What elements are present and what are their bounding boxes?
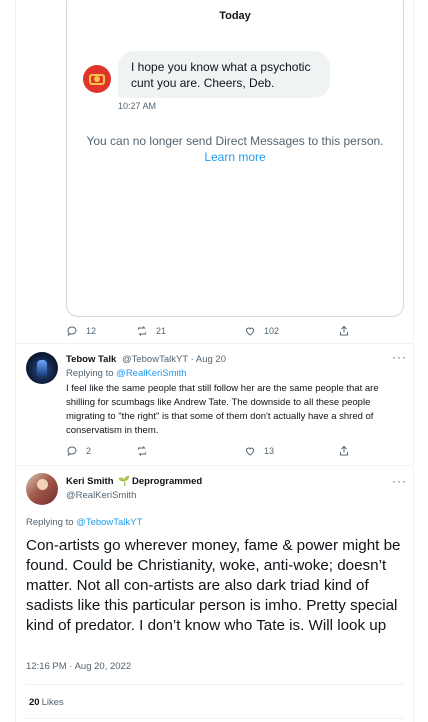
reply-count: 12 [86,326,97,336]
dm-message-bubble: I hope you know what a psychotic cunt yo… [118,51,330,98]
replying-to-link[interactable]: @RealKeriSmith [116,368,186,379]
tweet-divider [15,465,414,466]
retweet-button[interactable] [136,445,156,457]
sprout-emoji: 🌱 [118,476,130,487]
keri-smith-avatar[interactable] [26,473,58,505]
share-icon [340,325,348,336]
like-count: 13 [264,446,275,456]
author-name[interactable]: Keri Smith [66,476,114,487]
header-separator: · [190,354,194,365]
like-count: 102 [264,326,280,336]
tweet-action-bar: 12 21 102 [66,325,366,341]
author-name-suffix[interactable]: Deprogrammed [132,476,202,487]
tweet-divider [26,718,404,719]
learn-more-link[interactable]: Learn more [67,149,403,165]
replying-to-label: Replying to [66,368,117,379]
more-icon[interactable]: ··· [392,474,407,488]
dm-screenshot-card[interactable]: Today I hope you know what a psychotic c… [66,0,404,317]
reply-button[interactable]: 2 [66,445,91,457]
author-name-row[interactable]: Keri Smith 🌱 Deprogrammed [66,476,202,487]
tweet-divider [26,684,404,685]
like-icon [245,447,255,456]
timeline-border-right [413,0,414,722]
likes-summary[interactable]: 20 Likes [29,697,64,708]
dm-timestamp: 10:27 AM [118,101,157,111]
reply-button[interactable]: 12 [66,325,96,337]
dm-notice-text: You can no longer send Direct Messages t… [86,134,384,148]
tebow-talk-avatar[interactable] [26,352,58,384]
reply-count: 2 [86,446,92,456]
like-button[interactable]: 13 [244,445,274,457]
author-handle[interactable]: @TebowTalkYT [122,354,188,365]
timeline-border-left [15,0,16,722]
replying-to-label: Replying to [26,517,77,528]
dm-blocked-notice: You can no longer send Direct Messages t… [67,133,403,165]
retweet-icon [138,446,146,456]
author-name[interactable]: Tebow Talk [66,354,116,365]
replying-to: Replying to @TebowTalkYT [26,517,142,528]
tweet-date[interactable]: Aug 20 [196,354,226,365]
replying-to: Replying to @RealKeriSmith [66,368,187,379]
retweet-button[interactable]: 21 [136,325,166,337]
share-button[interactable] [338,445,358,457]
reply-icon [67,326,77,337]
like-icon [245,327,255,336]
retweet-count: 21 [156,326,167,336]
likes-label: Likes [41,697,64,708]
sender-avatar [83,65,111,93]
share-icon [340,445,348,456]
tweet-text: I feel like the same people that still f… [66,383,379,436]
tweet-timestamp[interactable]: 12:16 PM · Aug 20, 2022 [26,661,131,672]
more-icon[interactable]: ··· [392,350,407,364]
like-button[interactable]: 102 [244,325,279,337]
tweet-header: Tebow Talk @TebowTalkYT · Aug 20 [66,354,226,365]
likes-count: 20 [29,697,40,708]
reply-icon [67,446,77,457]
tweet-action-bar: 2 13 [66,445,366,461]
replying-to-link[interactable]: @TebowTalkYT [76,517,142,528]
retweet-icon [138,326,146,336]
author-handle[interactable]: @RealKeriSmith [66,490,136,501]
dm-day-label: Today [219,10,251,22]
share-button[interactable] [338,325,358,337]
tweet-divider [15,343,414,344]
tweet-text: Con-artists go wherever money, fame & po… [26,537,401,634]
